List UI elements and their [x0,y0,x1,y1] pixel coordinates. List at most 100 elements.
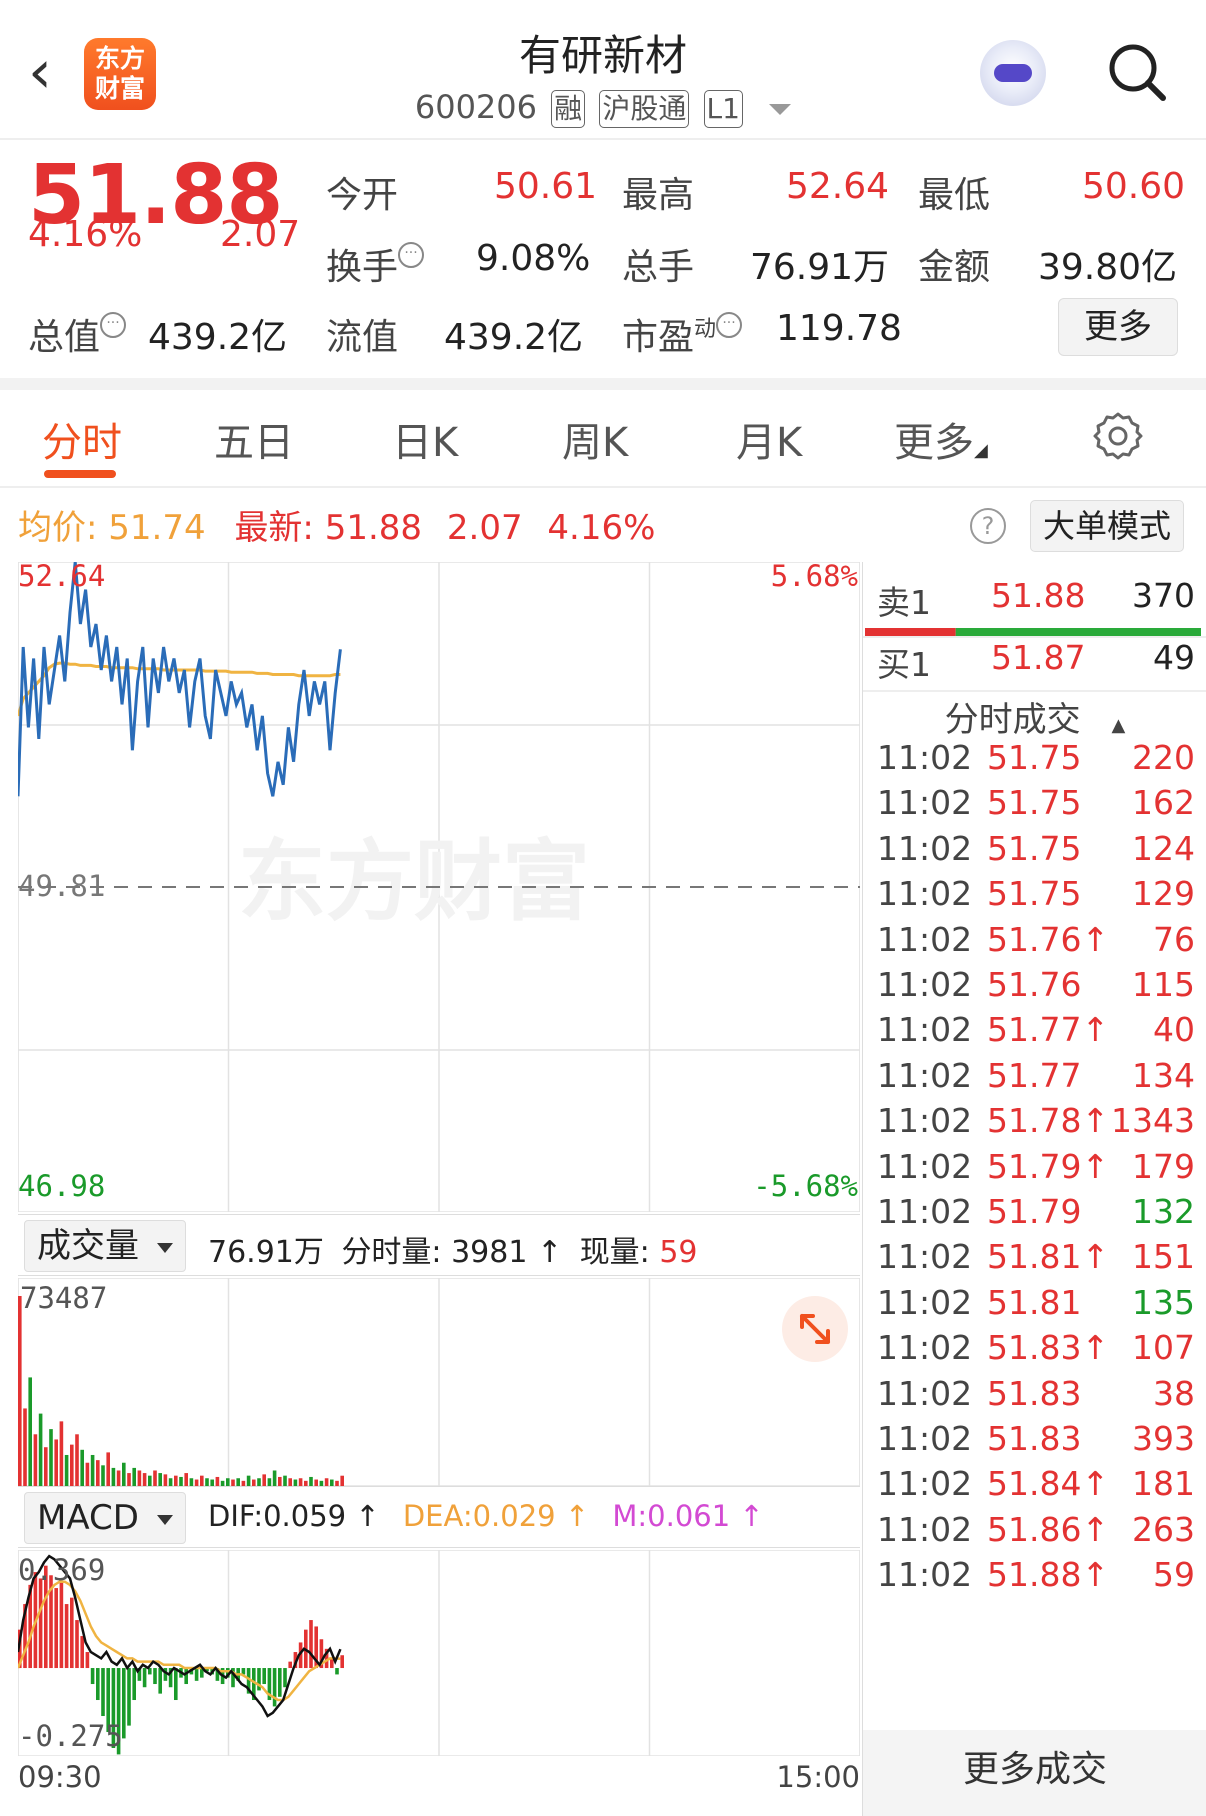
volume-value: 76.91万 [750,247,890,288]
macd-bar [96,1668,100,1701]
volume-bar [44,1447,48,1486]
market-cap-label[interactable]: 总值 ··· [28,308,127,360]
volume-bar [226,1478,230,1486]
dea-value: DEA:0.029 ↑ [402,1499,590,1533]
macd-bar [90,1668,95,1685]
tab-intraday[interactable]: 分时 [42,410,122,468]
volume-bar [64,1454,69,1486]
macd-bar [142,1668,147,1688]
volume-bar [18,1296,22,1486]
volume-bar [340,1475,344,1486]
volume-bar [85,1462,90,1486]
robot-assistant-icon[interactable] [980,40,1046,106]
volume-bar [272,1470,277,1486]
tab-more[interactable]: 更多◢ [894,410,988,468]
volume-bar [132,1467,136,1486]
volume-bar [153,1470,157,1486]
macd-bar [335,1668,339,1675]
volume-bar [38,1413,43,1486]
volume-bar [288,1478,292,1486]
volume-bar [283,1475,287,1486]
volume-label: 总手 [622,247,695,288]
macd-bar [127,1668,131,1726]
high-value: 52.64 [786,166,890,207]
volume-bar [75,1434,79,1486]
volume-bar [127,1473,131,1486]
pe-label[interactable]: 市盈动 ··· [622,308,743,360]
tab-monthly-k[interactable]: 月K [736,410,802,468]
tab-five-day[interactable]: 五日 [214,410,294,468]
more-trades-button[interactable]: 更多成交 [863,1730,1206,1816]
latest-price-value: 51.88 [324,508,423,548]
volume-chart[interactable]: 73487 [18,1278,860,1486]
macd-bar [283,1668,287,1688]
float-cap-value: 439.2亿 [444,317,584,358]
turnover-value: 9.08% [476,238,591,279]
macd-bar [184,1668,188,1685]
avg-price-label: 均价: [18,508,98,548]
avg-price-value: 51.74 [108,508,206,548]
macd-bar [64,1604,69,1669]
macd-bar [340,1655,344,1669]
amount-label: 金额 [918,247,991,288]
chart-period-tabs: 分时 五日 日K 周K 月K 更多◢ [0,390,1206,488]
chart-watermark: 东方财富 [238,832,590,931]
dropdown-triangle-icon[interactable] [769,103,792,115]
latest-price-label: 最新: [234,508,314,548]
info-dots-icon[interactable]: ··· [100,312,127,338]
dif-value: DIF:0.059 ↑ [208,1499,380,1533]
tab-daily-k[interactable]: 日K [392,410,458,468]
trades-header[interactable]: 分时成交 ▲ [863,692,1206,741]
big-order-mode-button[interactable]: 大单模式 [1030,500,1184,552]
volume-bar [137,1470,142,1486]
volume-bar [298,1478,303,1486]
macd-indicator-select[interactable]: MACD [24,1492,186,1544]
info-dots-icon[interactable]: ··· [716,312,743,338]
macd-bar [132,1668,136,1701]
divider [0,378,1206,390]
top-nav-bar: ‹ 东方 财富 有研新材 600206 融 沪股通 L1 [0,0,1206,140]
tab-weekly-k[interactable]: 周K [562,410,628,468]
macd-bar [174,1668,178,1701]
order-book-panel: 卖1 51.88 370 买1 51.87 49 分时成交 ▲ 11:02 51.… [862,562,1206,1816]
low-value: 50.60 [1082,166,1186,207]
volume-max-label: 73487 [20,1281,107,1315]
volume-bar [168,1478,173,1486]
expand-icon[interactable] [782,1296,848,1362]
volume-bar [324,1478,329,1486]
volume-bar [90,1454,95,1486]
more-quote-button[interactable]: 更多 [1058,298,1178,356]
volume-bar [200,1475,204,1486]
macd-bar [272,1668,277,1707]
macd-bar [158,1668,162,1694]
info-dots-icon[interactable]: ··· [398,242,425,268]
volume-bar [142,1473,147,1486]
volume-bar [184,1473,188,1486]
macd-bar [38,1578,43,1669]
float-cap-label: 流值 [326,317,399,358]
price-high-label: 52.64 [18,562,105,593]
macd-chart[interactable]: 0.369 -0.275 [18,1550,860,1756]
help-icon[interactable]: ? [970,508,1006,544]
macd-bar [59,1581,64,1669]
stock-code: 600206 [414,88,537,126]
volume-bar [49,1429,53,1486]
gear-icon[interactable] [1092,410,1144,462]
volume-bar [163,1474,168,1486]
volume-bar [122,1462,126,1486]
volume-bar [33,1434,38,1486]
time-start-label: 09:30 [18,1760,102,1794]
macd-bar [101,1668,105,1717]
search-icon[interactable] [1105,40,1169,104]
intraday-price-chart[interactable]: 东方财富 52.64 49.81 46.98 5.68% -5.68% [18,562,860,1212]
volume-bar [158,1473,162,1486]
macd-bar [80,1636,84,1669]
volume-bar [54,1439,58,1486]
volume-bar [106,1452,110,1486]
volume-bar [116,1470,121,1486]
intraday-info-row: 均价: 51.74 最新: 51.88 2.07 4.16% [18,500,655,549]
volume-indicator-select[interactable]: 成交量 [24,1220,186,1272]
change-percent: 4.16% [28,214,143,255]
turnover-label[interactable]: 换手 ··· [326,238,425,290]
volume-bar [101,1465,105,1486]
